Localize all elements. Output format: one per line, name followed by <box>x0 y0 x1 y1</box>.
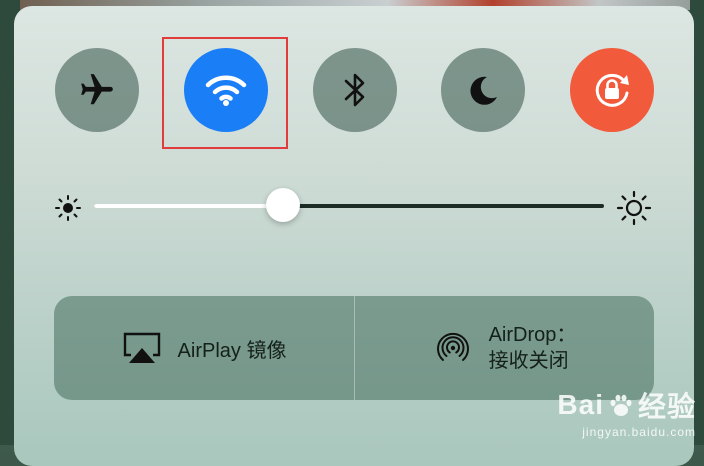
bluetooth-toggle[interactable] <box>313 48 397 132</box>
airdrop-icon <box>436 332 469 361</box>
airplay-label: AirPlay 镜像 <box>177 339 287 362</box>
moon-icon <box>470 76 497 105</box>
watermark-brand-suffix: 经验 <box>637 391 696 422</box>
baidu-jingyan-watermark: Bai 经验 jingyan.baidu.com <box>557 385 696 439</box>
brightness-slider[interactable] <box>94 188 604 222</box>
brightness-slider-fill <box>94 204 283 208</box>
brightness-slider-knob[interactable] <box>265 188 300 222</box>
airplay-icon <box>123 332 160 363</box>
rotation-lock-icon <box>595 73 629 107</box>
bluetooth-icon <box>344 73 365 107</box>
do-not-disturb-toggle[interactable] <box>441 48 525 132</box>
watermark-url: jingyan.baidu.com <box>582 425 696 439</box>
brightness-high-icon <box>616 190 652 226</box>
airdrop-label-line1: AirDrop： <box>488 324 577 346</box>
airplay-mirroring-button[interactable]: AirPlay 镜像 <box>54 296 354 400</box>
airdrop-label-line2: 接收关闭 <box>488 350 569 372</box>
watermark-brand: Bai <box>557 389 604 420</box>
airplane-icon <box>81 74 113 105</box>
paw-icon <box>610 394 632 416</box>
rotation-lock-toggle[interactable] <box>570 48 654 132</box>
brightness-low-icon <box>55 195 81 221</box>
airplane-mode-toggle[interactable] <box>55 48 139 132</box>
highlight-box <box>162 37 288 149</box>
